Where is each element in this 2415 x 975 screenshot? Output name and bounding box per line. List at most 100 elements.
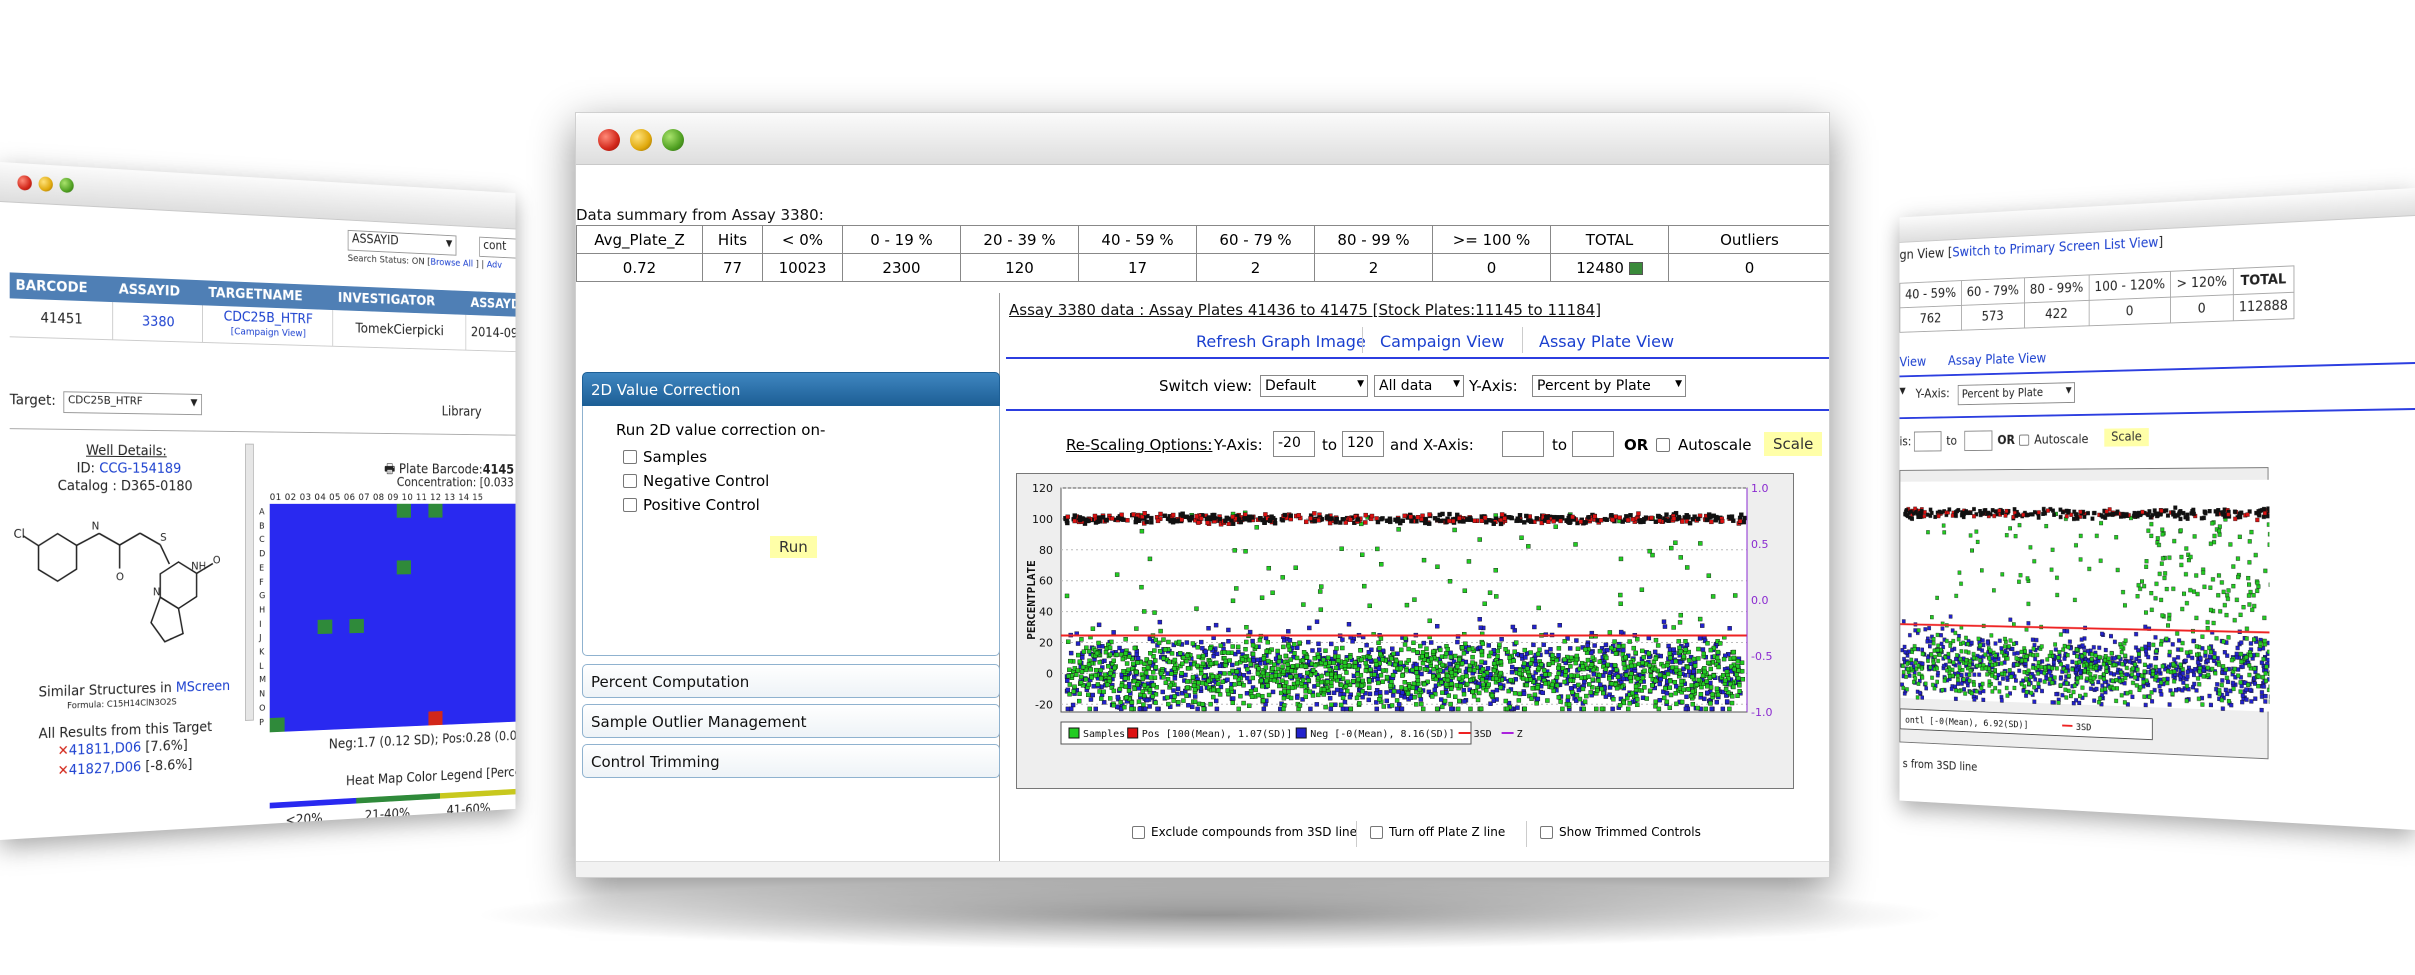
- switch-view-select[interactable]: Default ▼: [1260, 375, 1368, 397]
- plate-heatmap[interactable]: [269, 503, 516, 733]
- exclude-3sd-checkbox[interactable]: [1132, 825, 1145, 839]
- y-max-input[interactable]: 120: [1342, 431, 1384, 457]
- option-exclude-3sd[interactable]: Exclude compounds from 3SD line: [1132, 825, 1357, 839]
- heatmap-cell[interactable]: [428, 503, 443, 518]
- campaign-view-link[interactable]: Campaign View: [1380, 332, 1504, 351]
- campaign-view-link[interactable]: [Campaign View]: [231, 326, 306, 339]
- heatmap-cell[interactable]: [349, 618, 364, 634]
- rescaling-options-row: Re-Scaling Options: Y-Axis: -20 to 120 a…: [1006, 431, 1829, 461]
- option-positive-control[interactable]: Positive Control: [623, 496, 760, 514]
- accordion-header-control-trimming[interactable]: Control Trimming: [582, 744, 1000, 778]
- sample-point: [1297, 640, 1302, 645]
- sample-point: [1163, 680, 1169, 685]
- x-min-input[interactable]: [1502, 431, 1544, 457]
- neg-control-point: [1186, 703, 1191, 708]
- scrollbar[interactable]: [244, 443, 254, 721]
- result-link[interactable]: 41811,D06: [69, 740, 141, 759]
- turn-off-z-checkbox[interactable]: [1370, 825, 1383, 839]
- autoscale-checkbox[interactable]: [1656, 438, 1670, 452]
- assayid-link[interactable]: 3380: [142, 314, 175, 331]
- heatmap-cell[interactable]: [396, 503, 411, 518]
- samples-checkbox[interactable]: [623, 450, 637, 464]
- sample-point: [1731, 655, 1737, 661]
- percent-plate-scatter-chart[interactable]: 120100806040200-201.00.50.0-0.5-1.0PERCE…: [1017, 474, 1795, 790]
- sample-point: [1690, 674, 1695, 680]
- printer-icon[interactable]: 🖶: [384, 462, 395, 477]
- plate-row-letter: P: [259, 717, 264, 728]
- positive-control-checkbox[interactable]: [623, 498, 637, 512]
- negative-control-checkbox[interactable]: [623, 474, 637, 488]
- x-max-input[interactable]: [1572, 431, 1614, 457]
- mscreen-link[interactable]: MScreen: [176, 678, 230, 695]
- option-show-trimmed[interactable]: Show Trimmed Controls: [1540, 825, 1701, 839]
- column-header[interactable]: ASSAYDA: [465, 290, 516, 318]
- remove-x-icon[interactable]: ✕: [58, 763, 69, 779]
- sample-point: [1192, 699, 1198, 704]
- search-mode-select[interactable]: cont: [479, 236, 516, 260]
- show-trimmed-checkbox[interactable]: [1540, 825, 1553, 839]
- sample-point: [2137, 583, 2141, 587]
- scale-button[interactable]: Scale: [2104, 428, 2149, 447]
- scale-button[interactable]: Scale: [1764, 432, 1823, 456]
- column-header[interactable]: BARCODE: [9, 272, 114, 303]
- remove-x-icon[interactable]: ✕: [58, 743, 69, 759]
- target-select[interactable]: CDC25B_HTRF ▼: [63, 391, 203, 416]
- view-link[interactable]: View: [1899, 355, 1926, 370]
- refresh-graph-link[interactable]: Refresh Graph Image: [1196, 332, 1366, 351]
- sample-point: [1455, 664, 1460, 669]
- browse-all-link[interactable]: Browse All: [430, 257, 473, 269]
- advanced-search-link[interactable]: Adv: [487, 260, 502, 271]
- search-field-select[interactable]: ASSAYID ▼: [347, 229, 457, 256]
- sample-point: [1223, 658, 1228, 664]
- zoom-light-icon[interactable]: [59, 177, 74, 194]
- heatmap-cell[interactable]: [428, 711, 443, 726]
- autoscale-checkbox[interactable]: [2019, 434, 2030, 446]
- right-scatter-chart[interactable]: ontl [-0(Mean), 6.92(SD)] 3SD: [1900, 468, 2269, 760]
- x-max-input[interactable]: [1964, 430, 1993, 452]
- legend-label: 3SD: [1474, 729, 1492, 740]
- accordion-header-percent-computation[interactable]: Percent Computation: [582, 664, 1000, 698]
- close-light-icon[interactable]: [17, 175, 32, 191]
- sample-point: [2116, 568, 2119, 572]
- heatmap-cell[interactable]: [317, 619, 333, 635]
- main-window-assay-data: Data summary from Assay 3380: Avg_Plate_…: [575, 112, 1830, 878]
- result-link[interactable]: 41827,D06: [69, 759, 141, 778]
- right-yaxis-select[interactable]: Percent by Plate ▼: [1957, 382, 2075, 406]
- minimize-light-icon[interactable]: [38, 176, 53, 192]
- option-samples[interactable]: Samples: [623, 448, 707, 466]
- sample-point: [1698, 541, 1703, 546]
- sample-point: [1480, 677, 1485, 682]
- dropdown-arrow-icon[interactable]: ▼: [1899, 386, 1905, 396]
- heatmap-cell[interactable]: [269, 717, 285, 733]
- switch-list-view-link[interactable]: Switch to Primary Screen List View: [1952, 235, 2158, 260]
- sample-point: [2079, 558, 2082, 562]
- screenshot-stage: ASSAYID ▼ cont Search Status: ON [Browse …: [0, 0, 2415, 975]
- export-excel-icon[interactable]: [1628, 261, 1643, 275]
- yaxis-select[interactable]: Percent by Plate ▼: [1532, 375, 1686, 397]
- sample-point: [1339, 546, 1344, 551]
- sample-point: [1329, 680, 1334, 685]
- option-turn-off-z[interactable]: Turn off Plate Z line: [1370, 825, 1505, 839]
- accordion-header-2d-correction[interactable]: 2D Value Correction: [582, 372, 1000, 406]
- minimize-light-icon[interactable]: [630, 129, 652, 151]
- neg-control-point: [2113, 656, 2116, 660]
- data-filter-select[interactable]: All data ▼: [1374, 375, 1464, 397]
- heatmap-cell[interactable]: [396, 560, 411, 575]
- targetname-link[interactable]: CDC25B_HTRF: [224, 309, 313, 327]
- compound-id-link[interactable]: CCG-154189: [99, 461, 181, 477]
- assay-plate-view-link[interactable]: Assay Plate View: [1539, 332, 1674, 351]
- sample-point: [1975, 664, 1978, 668]
- close-light-icon[interactable]: [598, 129, 620, 151]
- x-min-input[interactable]: [1913, 431, 1942, 452]
- zoom-light-icon[interactable]: [662, 129, 684, 151]
- option-separator: [1356, 821, 1357, 847]
- assay-plate-view-link[interactable]: Assay Plate View: [1948, 351, 2046, 369]
- column-header[interactable]: ASSAYID: [113, 276, 203, 306]
- neg-control-point: [1978, 673, 1981, 677]
- sample-point: [1679, 678, 1684, 684]
- accordion-header-outlier-management[interactable]: Sample Outlier Management: [582, 704, 1000, 738]
- run-button[interactable]: Run: [770, 536, 817, 558]
- option-negative-control[interactable]: Negative Control: [623, 472, 769, 490]
- y-min-input[interactable]: -20: [1273, 431, 1315, 457]
- sample-point: [1529, 657, 1535, 662]
